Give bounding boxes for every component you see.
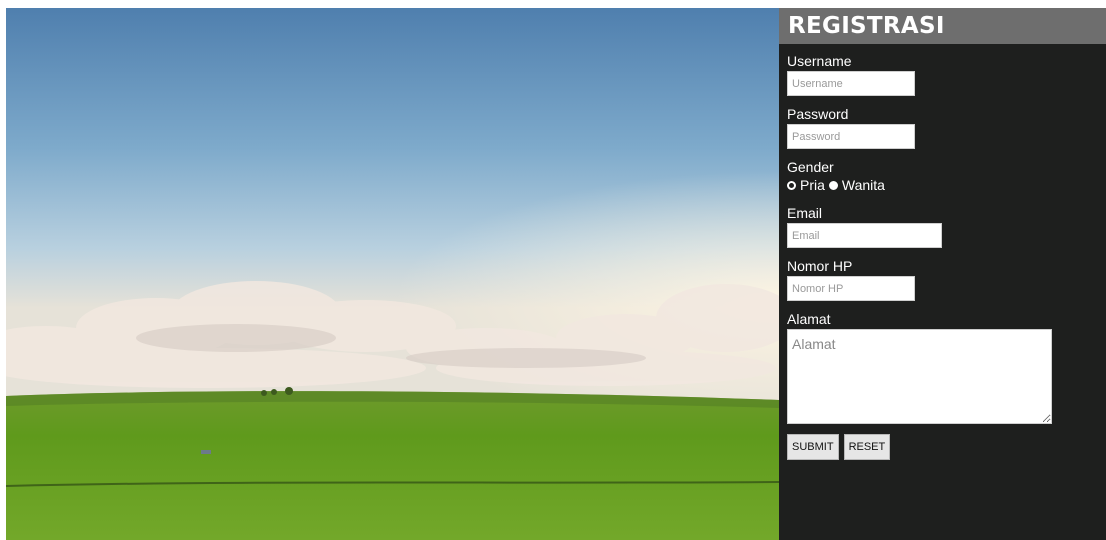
registration-title: REGISTRASI xyxy=(788,13,945,39)
registration-header: REGISTRASI xyxy=(779,8,1106,44)
password-label: Password xyxy=(787,106,849,122)
gender-option-wanita-label: Wanita xyxy=(841,177,885,193)
form-actions: SUBMIT RESET xyxy=(787,434,1106,460)
address-label: Alamat xyxy=(787,311,831,327)
phone-label: Nomor HP xyxy=(787,258,853,274)
gender-option-pria[interactable]: Pria xyxy=(787,177,825,193)
password-input[interactable] xyxy=(787,124,915,149)
registration-form: Username Password Gender Pria Wanita Ema… xyxy=(779,44,1106,460)
background-landscape-image xyxy=(6,8,779,540)
radio-checked-icon[interactable] xyxy=(828,180,838,190)
username-label: Username xyxy=(787,53,852,69)
registration-panel: REGISTRASI Username Password Gender Pria… xyxy=(779,8,1106,540)
submit-button[interactable]: SUBMIT xyxy=(787,434,839,460)
gender-radio-group: Pria Wanita xyxy=(787,177,1106,193)
gender-option-wanita[interactable]: Wanita xyxy=(828,177,885,193)
username-input[interactable] xyxy=(787,71,915,96)
email-input[interactable] xyxy=(787,223,942,248)
email-label: Email xyxy=(787,205,823,221)
phone-input[interactable] xyxy=(787,276,915,301)
gender-label: Gender xyxy=(787,159,834,175)
radio-unchecked-icon[interactable] xyxy=(787,180,796,190)
address-textarea[interactable] xyxy=(787,329,1052,424)
reset-button[interactable]: RESET xyxy=(843,434,891,460)
gender-option-pria-label: Pria xyxy=(800,177,825,193)
